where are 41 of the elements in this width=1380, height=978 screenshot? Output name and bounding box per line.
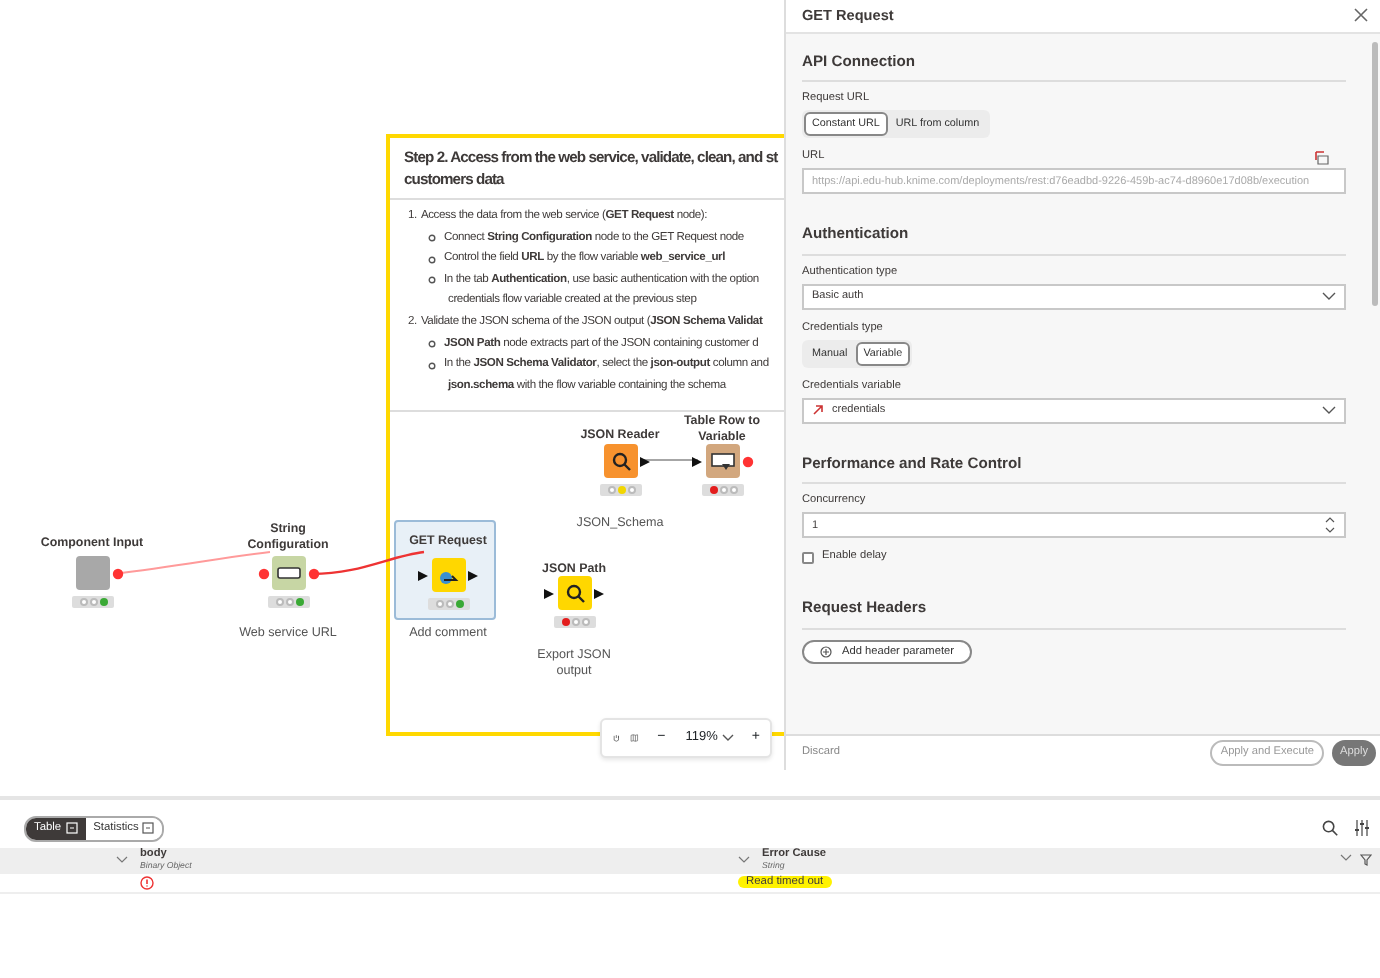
view-icon [142,822,155,835]
spinner-icon [1324,516,1336,535]
node-icon[interactable] [76,556,110,590]
checkbox[interactable] [802,551,814,564]
port-icon [640,456,652,468]
port-icon [692,456,704,468]
node-icon[interactable] [604,444,638,478]
port-icon [468,570,480,582]
connection-line [641,459,699,461]
bullet-icon [428,276,436,285]
settings-icon [1354,820,1370,837]
node-icon[interactable] [272,556,306,590]
map-icon [630,730,640,746]
node-icon[interactable] [706,444,740,478]
chevron-icon [1340,854,1352,863]
chevron-icon [1322,406,1336,415]
search-icon [1322,820,1338,837]
port-icon [742,456,754,468]
add-icon [820,645,832,658]
hand-icon [612,730,621,746]
bullet-icon [428,255,436,264]
port-icon [544,588,556,600]
scrollbar[interactable] [1372,42,1378,306]
chevron-icon [116,856,128,865]
port-icon [112,568,124,580]
chevron-icon [1322,292,1336,301]
bullet-icon [428,234,436,243]
port-icon [418,570,430,582]
port-icon [594,588,606,600]
filter-icon [1360,854,1372,867]
port-icon [308,568,320,580]
flow-variable-icon [1314,150,1330,167]
bullet-icon [428,361,436,370]
port-icon [258,568,270,580]
bullet-icon [428,340,436,349]
chevron-icon [738,856,751,865]
error-icon [140,875,154,890]
caret-icon [721,734,734,742]
view-icon [65,822,78,835]
node-icon[interactable] [558,576,592,610]
node-icon[interactable] [432,558,466,592]
